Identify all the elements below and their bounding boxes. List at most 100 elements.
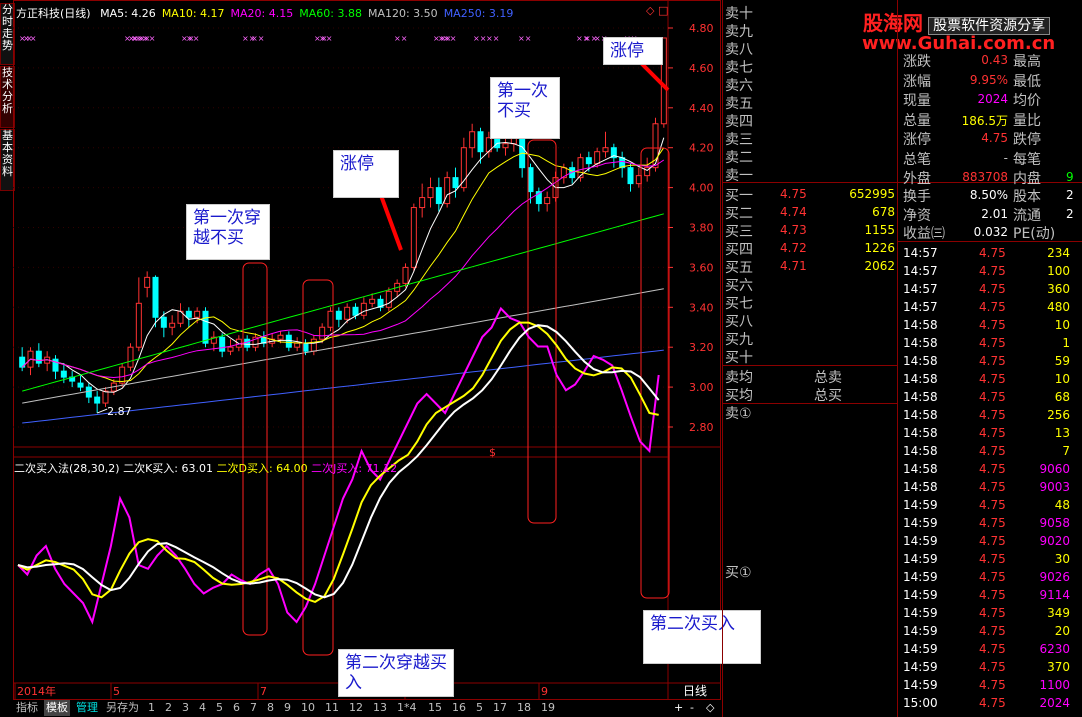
zoom-in-button[interactable]: +: [672, 700, 685, 716]
ma-label: MA60: 3.88: [299, 7, 362, 20]
total-buy-label: 总买: [814, 388, 842, 404]
bottom-tab[interactable]: 16: [450, 700, 468, 716]
candle-body: [310, 338, 317, 352]
signal-marker: ××: [319, 34, 332, 43]
tick-price: 4.75: [979, 498, 1006, 512]
tick-price: 4.75: [979, 264, 1006, 278]
tick-price: 4.75: [979, 372, 1006, 386]
stat-label: 每笔: [1013, 151, 1041, 168]
bottom-tab[interactable]: 11: [323, 700, 341, 716]
time-label: 7: [260, 685, 267, 698]
candle-body: [285, 334, 292, 348]
tick-volume: 100: [1047, 264, 1070, 278]
stat-label: 现量: [903, 93, 931, 109]
tick-volume: 30: [1054, 552, 1070, 566]
chart-controls[interactable]: ◇ □: [646, 4, 668, 17]
candle-body: [60, 370, 67, 378]
stat-value: 2024: [977, 92, 1008, 106]
candle-body: [244, 338, 251, 348]
tick-row: 14:58 4.75 9003: [903, 478, 1082, 496]
stat-value: 0.032: [973, 225, 1008, 239]
tick-row: 14:58 4.75 13: [903, 424, 1082, 442]
tick-time: 14:58: [903, 480, 938, 494]
stat-value: 2: [1066, 188, 1074, 202]
bottom-tab[interactable]: 13: [371, 700, 389, 716]
buy-average-label: 买均: [725, 388, 753, 404]
bottom-tab[interactable]: 2: [163, 700, 174, 716]
tick-time: 14:59: [903, 570, 938, 584]
tick-volume: 234: [1047, 246, 1070, 260]
stat-label: 流通: [1013, 207, 1041, 224]
tick-time: 14:57: [903, 264, 938, 278]
bottom-tab[interactable]: 7: [248, 700, 259, 716]
bottom-tab[interactable]: 9: [282, 700, 293, 716]
signal-marker: ××: [23, 34, 36, 43]
zoom-out-button[interactable]: -: [688, 700, 696, 716]
stat-label: 股本: [1013, 189, 1041, 205]
sell-level-label: 卖四: [725, 114, 753, 130]
tick-price: 4.75: [979, 336, 1006, 350]
bottom-tab[interactable]: 12: [347, 700, 365, 716]
price-tick-label: 2.80: [689, 421, 714, 434]
tick-price: 4.75: [979, 462, 1006, 476]
kline-chart: 4.80 4.60 4.40 4.20 4.00 3.80 3.60 3.40 3.20 3.00…: [13, 0, 721, 700]
tick-volume: 9114: [1039, 588, 1070, 602]
bottom-tab[interactable]: 5: [214, 700, 225, 716]
bottom-tab[interactable]: 5: [474, 700, 485, 716]
bottom-tab[interactable]: 4: [197, 700, 208, 716]
sell-level-label: 卖七: [725, 60, 753, 76]
bottom-tab[interactable]: 管理: [74, 700, 100, 716]
tick-price: 4.75: [979, 534, 1006, 548]
stat-label: 换手: [903, 189, 931, 205]
bottom-tab[interactable]: 17: [491, 700, 509, 716]
signal-marker: ××: [473, 34, 486, 43]
candle-body: [427, 187, 434, 199]
sell-level-label: 卖九: [725, 24, 753, 40]
buy-queue-label: 买①: [725, 565, 752, 581]
bottom-tab[interactable]: 18: [515, 700, 533, 716]
candle-body: [144, 276, 151, 288]
tick-row: 14:58 4.75 59: [903, 352, 1082, 370]
bottom-tab[interactable]: 8: [265, 700, 276, 716]
candle-body: [469, 131, 476, 149]
bottom-tab[interactable]: 10: [299, 700, 317, 716]
candle-body: [94, 396, 101, 404]
tick-time: 14:59: [903, 588, 938, 602]
candle-body: [602, 147, 609, 153]
note-second-buy: 第二次买入: [643, 610, 761, 664]
buy-level-volume: 652995: [849, 187, 895, 201]
tick-volume: 2024: [1039, 696, 1070, 710]
dollar-marker: $: [489, 446, 496, 459]
stat-value: 186.5万: [961, 113, 1008, 128]
tick-price: 4.75: [979, 552, 1006, 566]
low-marker: [96, 408, 108, 414]
tick-row: 14:59 4.75 20: [903, 622, 1082, 640]
candle-body: [419, 197, 426, 209]
buy-level-price: 4.73: [780, 223, 807, 237]
bottom-tab[interactable]: 模板: [44, 700, 70, 716]
bottom-tab[interactable]: 6: [231, 700, 242, 716]
chart-border: [13, 0, 721, 700]
tick-row: 14:59 4.75 6230: [903, 640, 1082, 658]
settings-button[interactable]: ◇: [704, 700, 716, 716]
buy-level-price: 4.71: [780, 259, 807, 273]
buy-level-volume: 1226: [864, 241, 895, 255]
bottom-tab[interactable]: 19: [539, 700, 557, 716]
bottom-tab[interactable]: 15: [426, 700, 444, 716]
signal-marker: ××: [142, 34, 155, 43]
tick-row: 14:58 4.75 10: [903, 316, 1082, 334]
bottom-tab[interactable]: 指标: [14, 700, 40, 716]
bottom-tab[interactable]: 1*4: [395, 700, 419, 716]
tick-volume: 370: [1047, 660, 1070, 674]
bottom-tab[interactable]: 1: [146, 700, 157, 716]
bottom-tab[interactable]: 3: [180, 700, 191, 716]
tick-time: 15:00: [903, 696, 938, 710]
chart-area[interactable]: 4.80 4.60 4.40 4.20 4.00 3.80 3.60 3.40 3.20 3.00…: [13, 0, 721, 700]
price-tick-label: 4.00: [689, 182, 714, 195]
price-tick-label: 3.80: [689, 222, 714, 235]
bottom-tab[interactable]: 另存为: [104, 700, 141, 716]
tick-volume: 59: [1054, 354, 1070, 368]
total-sell-label: 总卖: [814, 370, 842, 386]
tick-row: 14:57 4.75 100: [903, 262, 1082, 280]
tick-price: 4.75: [979, 426, 1006, 440]
